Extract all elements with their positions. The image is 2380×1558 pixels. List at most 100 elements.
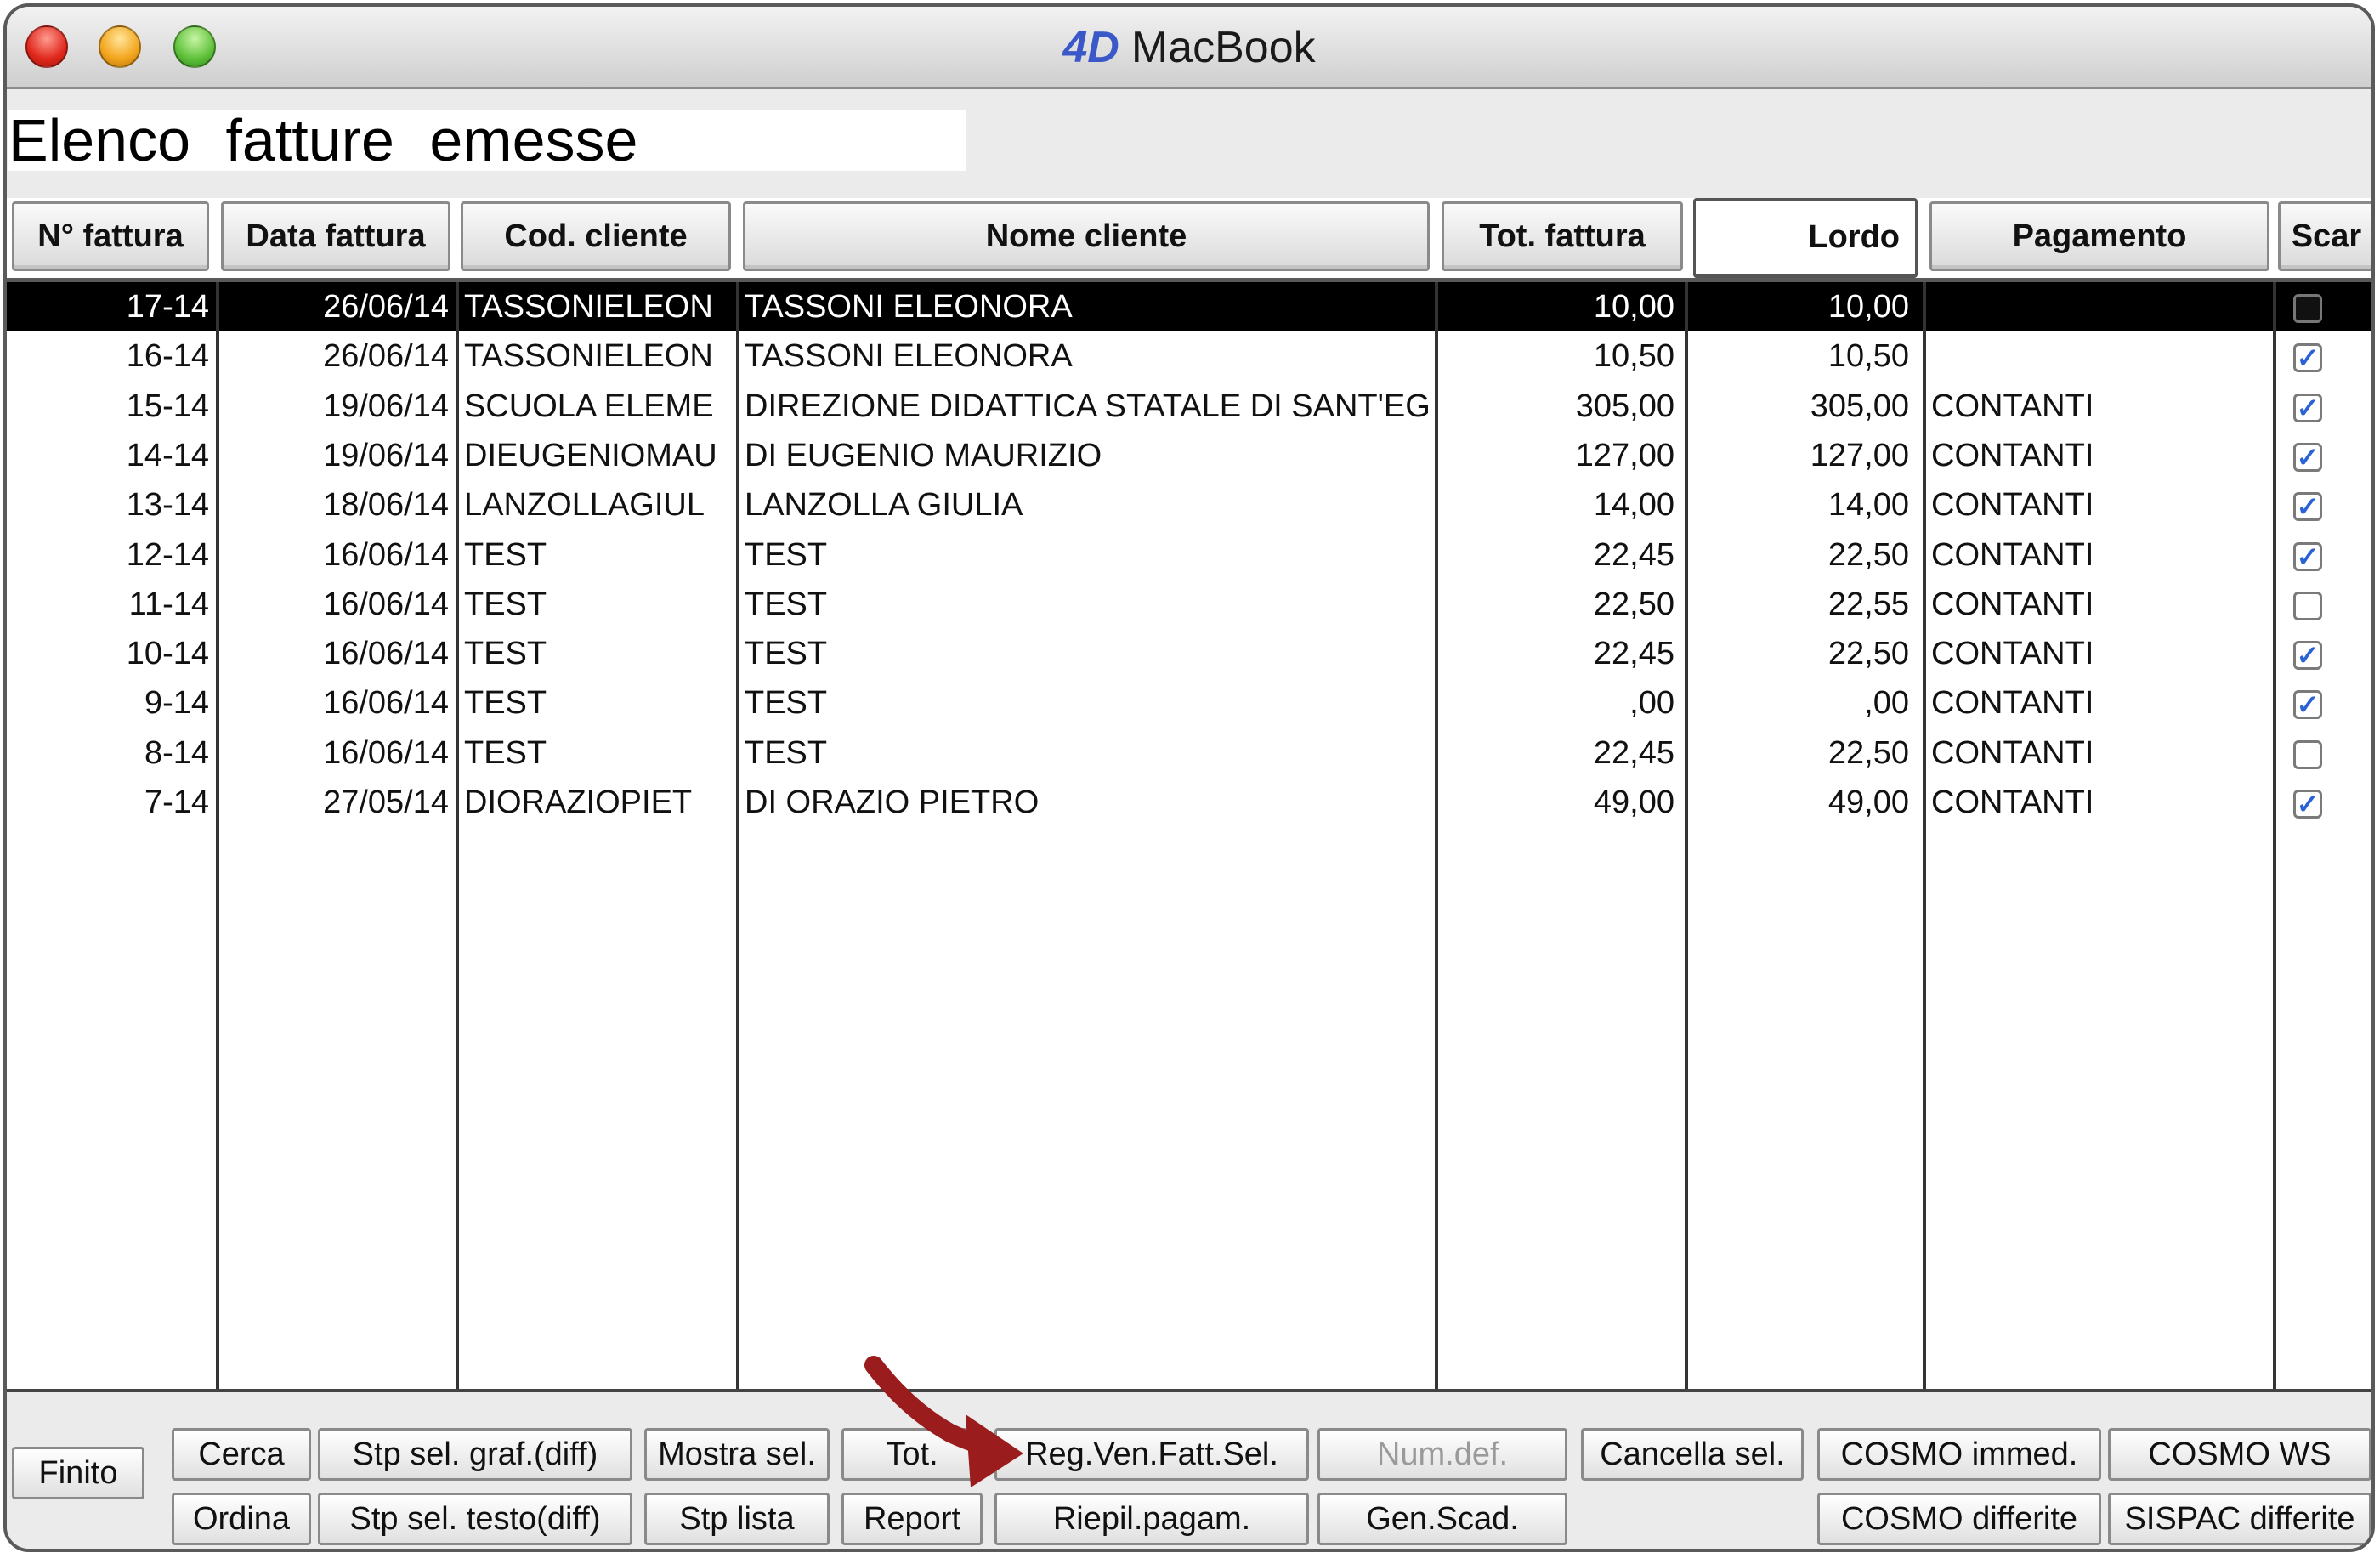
sispac-differite-button[interactable]: SISPAC differite xyxy=(2108,1493,2372,1545)
cell-cod: LANZOLLAGIUL xyxy=(464,487,705,524)
cell-tot: ,00 xyxy=(1629,685,1674,722)
cell-tot: 10,00 xyxy=(1593,289,1674,325)
cell-num: 15-14 xyxy=(126,388,209,424)
cosmo-ws-button[interactable]: COSMO WS xyxy=(2108,1428,2372,1481)
window-title: 4D MacBook xyxy=(1062,23,1316,72)
cell-data: 19/06/14 xyxy=(323,388,449,424)
cancella-sel-button[interactable]: Cancella sel. xyxy=(1581,1428,1804,1481)
cell-tot: 22,45 xyxy=(1593,536,1674,573)
cell-num: 13-14 xyxy=(126,487,209,524)
page-title: Elenco fatture emesse xyxy=(8,110,966,171)
cell-pag: CONTANTI xyxy=(1931,437,2094,473)
column-header-cod[interactable]: Cod. cliente xyxy=(461,201,731,271)
column-header-pagamento[interactable]: Pagamento xyxy=(1930,201,2270,271)
scar-checkbox[interactable] xyxy=(2293,591,2322,620)
table-row[interactable]: 16-14 26/06/14 TASSONIELEON TASSONI ELEONOR… xyxy=(7,331,2372,381)
scar-checkbox[interactable]: ✓ xyxy=(2293,690,2322,720)
scar-checkbox[interactable]: ✓ xyxy=(2293,442,2322,472)
invoice-table: N° fattura Data fattura Cod. cliente Nom… xyxy=(7,198,2372,1389)
scar-checkbox[interactable] xyxy=(2293,739,2322,769)
cell-lordo: 305,00 xyxy=(1810,388,1909,424)
cell-pag: CONTANTI xyxy=(1931,685,2094,722)
scar-checkbox[interactable]: ✓ xyxy=(2293,641,2322,671)
cell-pag xyxy=(1931,282,2268,331)
cell-tot: 305,00 xyxy=(1575,388,1674,424)
cell-tot: 127,00 xyxy=(1575,437,1674,473)
button-bar: Finito Cerca Ordina Stp sel. graf.(diff)… xyxy=(7,1392,2372,1549)
cell-lordo: ,00 xyxy=(1864,685,1909,722)
cell-lordo: 22,50 xyxy=(1828,536,1909,573)
cell-pag: CONTANTI xyxy=(1931,636,2094,672)
table-row[interactable]: 15-14 19/06/14 SCUOLA ELEME DIREZIONE DIDAT… xyxy=(7,382,2372,431)
cell-cod: TASSONIELEON xyxy=(464,289,713,325)
report-button[interactable]: Report xyxy=(842,1493,983,1545)
cell-pag: CONTANTI xyxy=(1931,536,2094,573)
tot-button[interactable]: Tot. xyxy=(842,1428,983,1481)
cell-nome: TEST xyxy=(745,636,828,672)
cell-nome: TEST xyxy=(745,536,828,573)
gen-scad-button[interactable]: Gen.Scad. xyxy=(1318,1493,1567,1545)
cell-data: 27/05/14 xyxy=(323,785,449,820)
table-row[interactable]: 7-14 27/05/14 DIORAZIOPIET DI ORAZIO PIETRO… xyxy=(7,778,2372,827)
cell-tot: 22,45 xyxy=(1593,734,1674,771)
cell-cod: SCUOLA ELEME xyxy=(464,388,714,424)
table-row[interactable]: 10-14 16/06/14 TEST TEST 22,45 22,50 CONTANTI ✓ xyxy=(7,629,2372,678)
table-row[interactable]: 11-14 16/06/14 TEST TEST 22,50 22,55 CONTANTI xyxy=(7,580,2372,629)
cell-pag: CONTANTI xyxy=(1931,586,2094,622)
scar-checkbox[interactable]: ✓ xyxy=(2293,790,2322,819)
table-row[interactable]: 8-14 16/06/14 TEST TEST 22,45 22,50 CONTANTI xyxy=(7,728,2372,778)
cosmo-differite-button[interactable]: COSMO differite xyxy=(1817,1493,2101,1545)
scar-checkbox[interactable] xyxy=(2293,294,2322,323)
title-bar[interactable]: 4D MacBook xyxy=(7,7,2372,89)
column-header-scar[interactable]: Scar xyxy=(2278,201,2372,271)
finito-button[interactable]: Finito xyxy=(12,1447,144,1499)
cell-tot: 22,45 xyxy=(1593,636,1674,672)
cell-data: 16/06/14 xyxy=(323,685,449,722)
cell-lordo: 10,50 xyxy=(1828,338,1909,375)
cerca-button[interactable]: Cerca xyxy=(172,1428,311,1481)
cell-nome: DI ORAZIO PIETRO xyxy=(745,785,1040,820)
scar-checkbox[interactable]: ✓ xyxy=(2293,492,2322,522)
cell-pag: CONTANTI xyxy=(1931,785,2094,820)
column-header-tot[interactable]: Tot. fattura xyxy=(1442,201,1683,271)
cell-num: 10-14 xyxy=(126,636,209,672)
ordina-button[interactable]: Ordina xyxy=(172,1493,311,1545)
cell-lordo: 22,50 xyxy=(1828,734,1909,771)
stp-sel-graf-button[interactable]: Stp sel. graf.(diff) xyxy=(318,1428,632,1481)
cell-num: 17-14 xyxy=(126,289,209,325)
column-header-num[interactable]: N° fattura xyxy=(12,201,209,271)
table-row[interactable]: 9-14 16/06/14 TEST TEST ,00 ,00 CONTANTI ✓ xyxy=(7,678,2372,728)
cell-nome: TEST xyxy=(745,734,828,771)
riepil-pagam-button[interactable]: Riepil.pagam. xyxy=(994,1493,1309,1545)
column-divider xyxy=(2273,282,2276,1389)
cell-nome: TEST xyxy=(745,586,828,622)
stp-sel-testo-button[interactable]: Stp sel. testo(diff) xyxy=(318,1493,632,1545)
scar-checkbox[interactable]: ✓ xyxy=(2293,541,2322,571)
scar-checkbox[interactable]: ✓ xyxy=(2293,343,2322,373)
cosmo-immed-button[interactable]: COSMO immed. xyxy=(1817,1428,2101,1481)
cell-num: 12-14 xyxy=(126,536,209,573)
table-row[interactable]: 12-14 16/06/14 TEST TEST 22,45 22,50 CONTANTI ✓ xyxy=(7,530,2372,580)
reg-ven-fatt-sel-button[interactable]: Reg.Ven.Fatt.Sel. xyxy=(994,1428,1309,1481)
cell-num: 7-14 xyxy=(144,785,209,820)
cell-data: 16/06/14 xyxy=(323,734,449,771)
mostra-sel-button[interactable]: Mostra sel. xyxy=(644,1428,830,1481)
table-row[interactable]: 14-14 19/06/14 DIEUGENIOMAU DI EUGENIO MAUR… xyxy=(7,431,2372,480)
scar-checkbox[interactable]: ✓ xyxy=(2293,393,2322,422)
cell-cod: TEST xyxy=(464,685,547,722)
table-row[interactable]: 17-14 26/06/14 TASSONIELEON TASSONI ELEONOR… xyxy=(7,282,2372,331)
stp-lista-button[interactable]: Stp lista xyxy=(644,1493,830,1545)
cell-cod: TEST xyxy=(464,586,547,622)
column-divider xyxy=(216,282,219,1389)
cell-tot: 10,50 xyxy=(1593,338,1674,375)
cell-num: 11-14 xyxy=(128,586,209,622)
column-divider xyxy=(1923,282,1926,1389)
table-row[interactable]: 13-14 18/06/14 LANZOLLAGIUL LANZOLLA GIULIA… xyxy=(7,480,2372,530)
column-header-nome[interactable]: Nome cliente xyxy=(743,201,1430,271)
cell-pag: CONTANTI xyxy=(1931,734,2094,771)
cell-pag xyxy=(1931,331,2268,381)
column-header-lordo[interactable]: Lordo xyxy=(1693,198,1918,278)
cell-tot: 49,00 xyxy=(1593,785,1674,820)
column-header-data[interactable]: Data fattura xyxy=(221,201,450,271)
cell-data: 16/06/14 xyxy=(323,586,449,622)
